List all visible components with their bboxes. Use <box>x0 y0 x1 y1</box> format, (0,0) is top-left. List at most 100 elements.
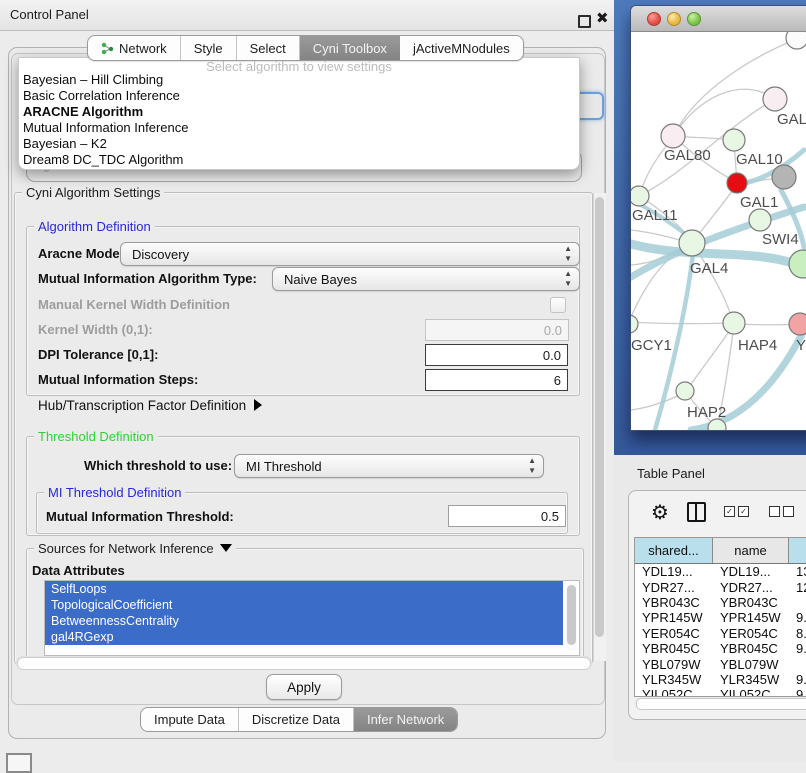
mi-threshold-field[interactable]: 0.5 <box>448 505 566 527</box>
table-horizontal-scrollbar[interactable] <box>634 697 806 709</box>
mi-steps-field[interactable]: 6 <box>425 369 568 391</box>
tab-cyni-toolbox[interactable]: Cyni Toolbox <box>300 36 400 60</box>
table-row[interactable]: YDL19...YDL19...13 <box>635 564 806 579</box>
network-node-hap2[interactable] <box>676 382 694 400</box>
stepper-arrows-icon: ▲▼ <box>564 269 572 289</box>
control-panel-tabbar: Network Style Select Cyni Toolbox jActiv… <box>87 35 524 61</box>
network-edge <box>687 324 734 390</box>
dpi-tolerance-field[interactable]: 0.0 <box>425 344 568 366</box>
stepper-arrows-icon: ▲▼ <box>564 244 572 264</box>
algorithm-popup: Select algorithm to view settings Bayesi… <box>18 57 580 170</box>
network-node-gal10[interactable] <box>723 129 745 151</box>
table-cell: 13 <box>789 564 806 579</box>
network-node-hap4[interactable] <box>723 312 745 334</box>
table-row[interactable]: YBR043CYBR043C <box>635 595 806 610</box>
network-node[interactable] <box>772 165 796 189</box>
network-window-titlebar[interactable] <box>631 6 806 32</box>
tab-impute-data[interactable]: Impute Data <box>141 708 239 731</box>
kernel-width-label: Kernel Width (0,1): <box>38 322 153 337</box>
table-panel: Table Panel ⚙ ✓✓ shared... name A YDL19.… <box>614 455 806 762</box>
node-table[interactable]: shared... name A YDL19...YDL19...13YDR27… <box>634 537 806 697</box>
close-traffic-light[interactable] <box>647 12 661 26</box>
network-canvas[interactable]: GALGAL80GAL10GAL1SWI4GAL11GAL4GCY1HAP4YH… <box>631 32 806 430</box>
settings-scrollbar[interactable] <box>593 193 606 661</box>
column-header-partial[interactable]: A <box>789 538 806 563</box>
network-node-gal80[interactable] <box>661 124 685 148</box>
tab-infer-network[interactable]: Infer Network <box>354 708 457 731</box>
cyni-algorithm-settings-title: Cyni Algorithm Settings <box>22 185 164 200</box>
column-header-name[interactable]: name <box>713 538 789 563</box>
which-threshold-combo[interactable]: MI Threshold ▲▼ <box>234 454 544 478</box>
algorithm-option[interactable]: Bayesian – K2 <box>23 136 575 152</box>
control-panel-titlebar: Control Panel ✖ <box>0 0 614 31</box>
data-attribute-item[interactable]: SelfLoops <box>45 581 563 597</box>
stepper-arrows-icon: ▲▼ <box>528 456 536 476</box>
floating-widget-fragment[interactable] <box>6 753 32 773</box>
attr-list-scrollbar[interactable] <box>566 583 577 651</box>
tab-select[interactable]: Select <box>237 36 300 60</box>
network-node[interactable] <box>789 250 806 278</box>
float-window-icon[interactable] <box>578 15 591 28</box>
table-cell: YBR045C <box>635 641 713 656</box>
threshold-definition-title: Threshold Definition <box>34 429 158 444</box>
table-row[interactable]: YBR045CYBR045C9. <box>635 641 806 656</box>
network-node-gcy1[interactable] <box>631 315 638 333</box>
network-node[interactable] <box>786 32 806 49</box>
network-node-gal11[interactable] <box>631 186 649 206</box>
tab-discretize-data[interactable]: Discretize Data <box>239 708 354 731</box>
table-row[interactable]: YIL052CYIL052C9 <box>635 687 806 697</box>
dpi-tolerance-label: DPI Tolerance [0,1]: <box>38 347 158 362</box>
network-node-swi4[interactable] <box>749 209 771 231</box>
node-label: GCY1 <box>631 337 672 354</box>
table-cell: YIL052C <box>713 687 789 697</box>
table-row[interactable]: YDR27...YDR27...12 <box>635 579 806 594</box>
table-rows: YDL19...YDL19...13YDR27...YDR27...12YBR0… <box>635 564 806 697</box>
table-row[interactable]: YPR145WYPR145W9. <box>635 610 806 625</box>
algorithm-option[interactable]: Bayesian – Hill Climbing <box>23 72 575 88</box>
data-attribute-item[interactable]: BetweennessCentrality <box>45 613 563 629</box>
bottom-tabbar: Impute Data Discretize Data Infer Networ… <box>140 707 458 732</box>
data-attribute-item[interactable]: TopologicalCoefficient <box>45 597 563 613</box>
mi-type-combo[interactable]: Naive Bayes ▲▼ <box>272 267 580 291</box>
horizontal-scrollbar[interactable] <box>16 656 592 669</box>
columns-icon[interactable] <box>687 502 706 522</box>
table-header: shared... name A <box>635 538 806 564</box>
algorithm-option[interactable]: Basic Correlation Inference <box>23 88 575 104</box>
hub-definition-toggle[interactable]: Hub/Transcription Factor Definition <box>38 398 262 413</box>
table-cell: 9. <box>789 641 806 656</box>
kernel-width-field[interactable]: 0.0 <box>425 319 569 341</box>
data-attributes-list[interactable]: SelfLoopsTopologicalCoefficientBetweenne… <box>44 580 580 656</box>
network-node-y[interactable] <box>789 313 806 335</box>
algorithm-option[interactable]: Mutual Information Inference <box>23 120 575 136</box>
network-node-gal1[interactable] <box>727 173 747 193</box>
manual-kernel-checkbox[interactable] <box>550 297 566 313</box>
zoom-traffic-light[interactable] <box>687 12 701 26</box>
select-all-columns-icon[interactable]: ✓✓ <box>724 506 749 517</box>
algorithm-option[interactable]: ARACNE Algorithm <box>23 104 575 120</box>
algorithm-option[interactable]: Dream8 DC_TDC Algorithm <box>23 152 575 168</box>
tab-style[interactable]: Style <box>181 36 237 60</box>
table-toolbar: ⚙ ✓✓ <box>629 491 806 535</box>
node-label: HAP4 <box>738 337 777 354</box>
tab-jactivemnodules[interactable]: jActiveMNodules <box>400 36 523 60</box>
network-view-window[interactable]: GALGAL80GAL10GAL1SWI4GAL11GAL4GCY1HAP4YH… <box>630 5 806 431</box>
algorithm-definition-title: Algorithm Definition <box>34 219 155 234</box>
close-icon[interactable]: ✖ <box>596 9 609 27</box>
tab-network[interactable]: Network <box>88 36 181 60</box>
sources-title[interactable]: Sources for Network Inference <box>34 541 236 556</box>
unselect-all-columns-icon[interactable] <box>769 506 794 517</box>
table-row[interactable]: YBL079WYBL079W <box>635 656 806 671</box>
table-row[interactable]: YER054CYER054C8. <box>635 626 806 641</box>
gear-icon[interactable]: ⚙ <box>651 500 669 525</box>
aracne-mode-combo[interactable]: Discovery ▲▼ <box>120 242 580 266</box>
network-node-gal4[interactable] <box>679 230 705 256</box>
attr-items: SelfLoopsTopologicalCoefficientBetweenne… <box>45 581 579 645</box>
network-node-gal[interactable] <box>763 87 787 111</box>
node-label: HAP2 <box>687 404 726 421</box>
table-row[interactable]: YLR345WYLR345W9. <box>635 672 806 687</box>
data-attribute-item[interactable]: gal4RGexp <box>45 629 563 645</box>
column-header-shared-name[interactable]: shared... <box>635 538 713 563</box>
mi-type-label: Mutual Information Algorithm Type: <box>38 271 257 286</box>
apply-button[interactable]: Apply <box>266 674 342 700</box>
minimize-traffic-light[interactable] <box>667 12 681 26</box>
